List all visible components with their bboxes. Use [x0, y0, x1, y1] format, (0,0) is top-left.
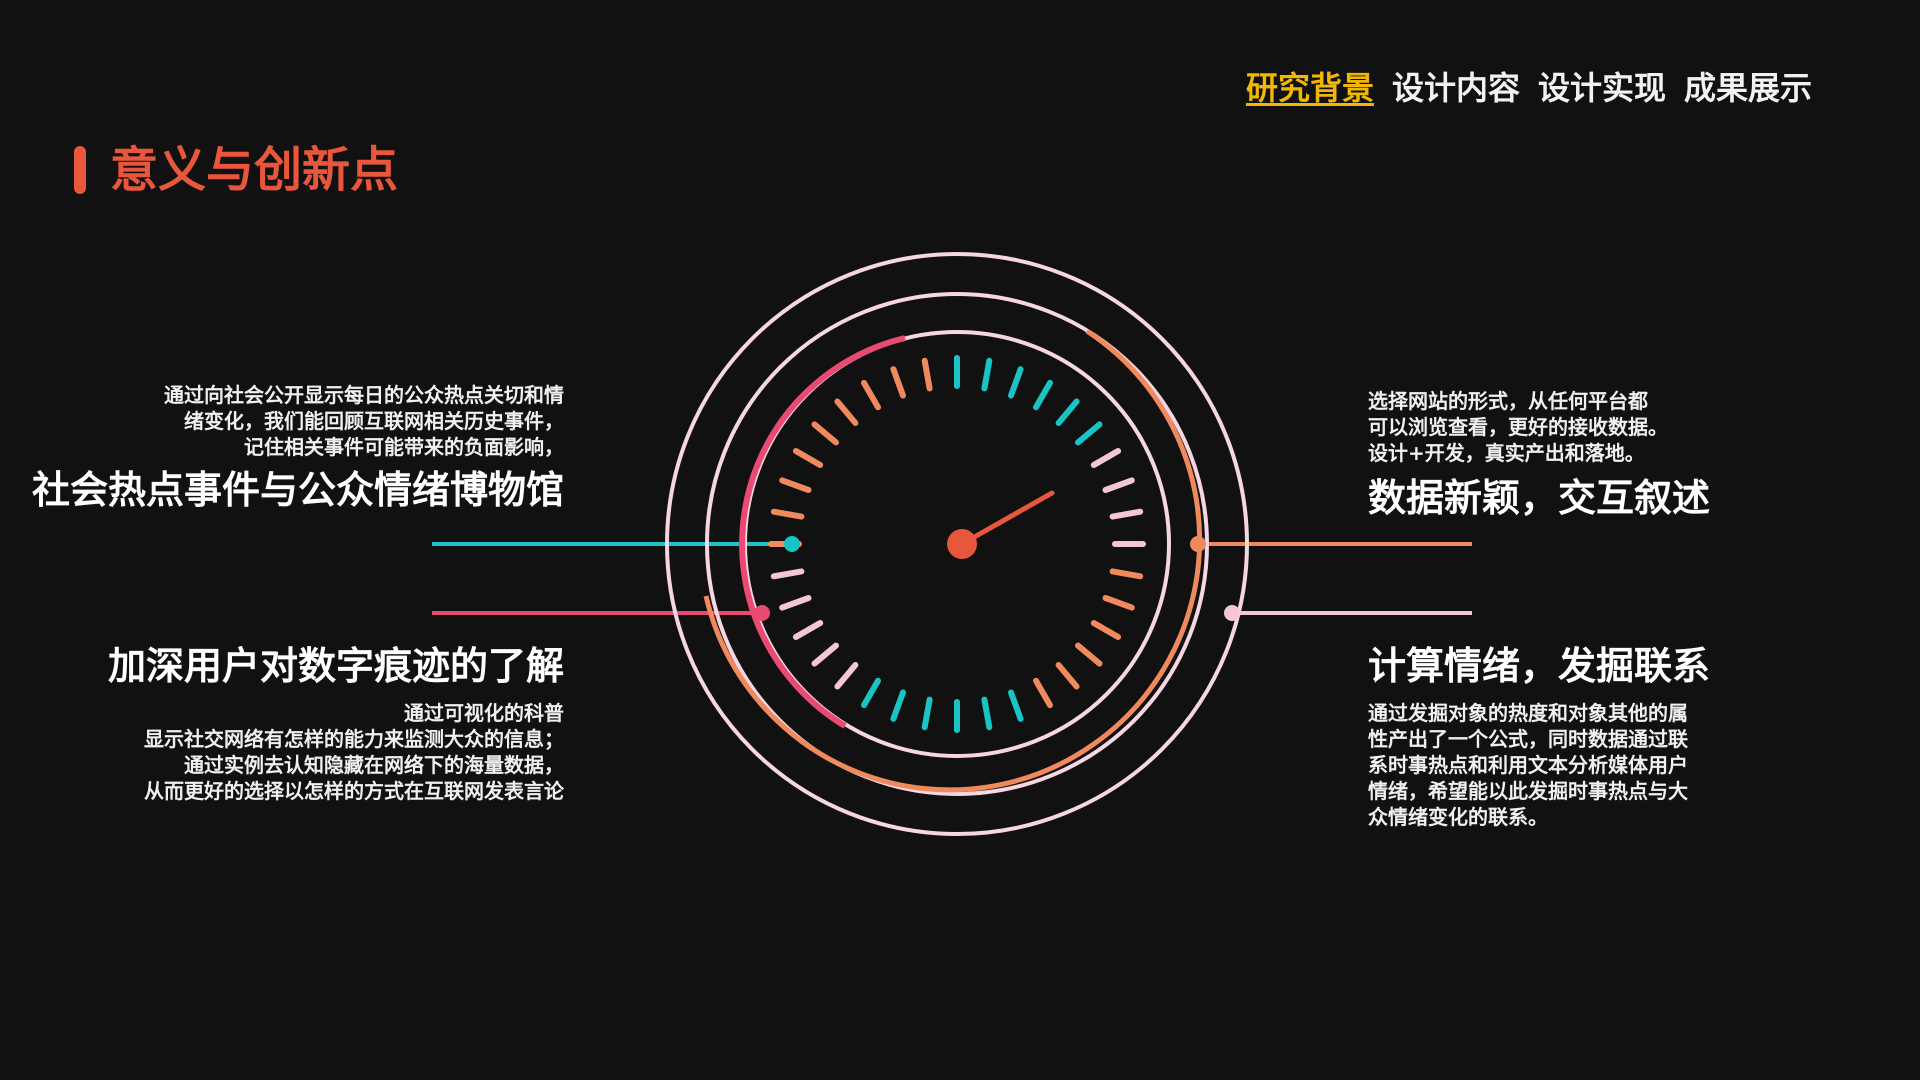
gauge-tick — [1033, 379, 1053, 411]
middle-ring — [705, 292, 1209, 796]
slide-page: 研究背景 设计内容 设计实现 成果展示 意义与创新点 通过向社会公开显示每日的公… — [0, 0, 1920, 1080]
point-left-top-line-1: 通过向社会公开显示每日的公众热点关切和情 — [164, 383, 564, 407]
nav-item-research-background[interactable]: 研究背景 — [1246, 64, 1374, 112]
gauge-tick — [890, 689, 906, 722]
pink-arc — [739, 335, 906, 729]
point-left-bottom-line-3: 通过实例去认知隐藏在网络下的海量数据， — [184, 753, 564, 777]
gauge-tick — [921, 696, 933, 731]
gauge-tick — [811, 421, 839, 446]
point-right-top: 选择网站的形式，从任何平台都 可以浏览查看，更好的接收数据。 设计+开发，真实产… — [1368, 388, 1710, 524]
gauge-tick — [834, 662, 859, 690]
point-left-bottom-line-2: 显示社交网络有怎样的能力来监测大众的信息； — [144, 727, 564, 751]
point-right-bottom-line-4: 情绪，希望能以此发掘时事热点与大 — [1368, 779, 1688, 803]
gauge-tick — [1033, 677, 1053, 709]
gauge-tick — [834, 398, 859, 426]
point-left-bottom-description: 通过可视化的科普 显示社交网络有怎样的能力来监测大众的信息； 通过实例去认知隐藏… — [108, 700, 564, 804]
point-left-top-heading: 社会热点事件与公众情绪博物馆 — [31, 468, 564, 512]
point-left-top-line-2: 绪变化，我们能回顾互联网相关历史事件， — [184, 409, 564, 433]
gauge-tick — [779, 477, 812, 493]
gauge-tick — [1102, 595, 1135, 611]
point-right-bottom-line-2: 性产出了一个公式，同时数据通过联 — [1368, 727, 1688, 751]
gauge-tick — [1075, 642, 1103, 667]
page-title: 意义与创新点 — [110, 142, 399, 198]
gauge-needle — [959, 490, 1055, 547]
gauge-tick — [1008, 689, 1024, 722]
point-right-top-line-2: 可以浏览查看，更好的接收数据。 — [1368, 415, 1668, 439]
gauge-tick — [981, 696, 993, 731]
gauge-tick — [770, 568, 805, 580]
point-left-top-line-3: 记住相关事件可能带来的负面影响， — [244, 435, 564, 459]
point-right-bottom-line-3: 系时事热点和利用文本分析媒体用户 — [1368, 753, 1688, 777]
gauge-tick — [1090, 448, 1122, 468]
point-right-bottom: 计算情绪，发掘联系 通过发掘对象的热度和对象其他的属 性产出了一个公式，同时数据… — [1368, 640, 1710, 830]
nav-item-results-showcase[interactable]: 成果展示 — [1684, 64, 1812, 112]
point-left-bottom: 加深用户对数字痕迹的了解 通过可视化的科普 显示社交网络有怎样的能力来监测大众的… — [108, 640, 564, 804]
gauge-tick — [921, 357, 933, 392]
gauge-tick — [792, 620, 824, 640]
gauge-tick — [1109, 568, 1144, 580]
nav-item-design-content[interactable]: 设计内容 — [1392, 64, 1520, 112]
gauge-tick — [811, 642, 839, 667]
outer-ring — [665, 252, 1249, 836]
orange-arc — [703, 328, 1203, 793]
gauge-tick — [890, 366, 906, 399]
gauge-tick — [779, 595, 812, 611]
inner-ring — [743, 330, 1171, 758]
point-left-top-description: 通过向社会公开显示每日的公众热点关切和情 绪变化，我们能回顾互联网相关历史事件，… — [32, 382, 564, 460]
gauge-tick — [1055, 398, 1080, 426]
gauge-tick — [981, 357, 993, 392]
gauge-tick — [792, 448, 824, 468]
point-right-bottom-line-5: 众情绪变化的联系。 — [1368, 805, 1548, 829]
connector-dot-right-bottom — [1224, 605, 1240, 621]
point-right-bottom-line-1: 通过发掘对象的热度和对象其他的属 — [1368, 701, 1688, 725]
nav-item-design-implementation[interactable]: 设计实现 — [1538, 64, 1666, 112]
gauge-tick — [861, 379, 881, 411]
gauge-tick — [1109, 508, 1144, 520]
gauge-tick — [770, 508, 805, 520]
gauge-tick — [1055, 662, 1080, 690]
gauge-tick — [861, 677, 881, 709]
point-right-top-line-3: 设计+开发，真实产出和落地。 — [1368, 441, 1645, 465]
point-right-top-description: 选择网站的形式，从任何平台都 可以浏览查看，更好的接收数据。 设计+开发，真实产… — [1368, 388, 1710, 466]
gauge-tick — [1102, 477, 1135, 493]
point-left-bottom-line-1: 通过可视化的科普 — [404, 701, 564, 725]
point-right-top-heading: 数据新颖，交互叙述 — [1368, 476, 1711, 520]
point-right-top-line-1: 选择网站的形式，从任何平台都 — [1368, 389, 1648, 413]
title-accent-bar — [74, 146, 86, 194]
point-right-bottom-heading: 计算情绪，发掘联系 — [1368, 644, 1711, 688]
point-left-bottom-heading: 加深用户对数字痕迹的了解 — [107, 644, 564, 688]
point-left-bottom-line-4: 从而更好的选择以怎样的方式在互联网发表言论 — [144, 779, 564, 803]
connector-dot-right-top — [1190, 536, 1206, 552]
point-left-top: 通过向社会公开显示每日的公众热点关切和情 绪变化，我们能回顾互联网相关历史事件，… — [32, 382, 564, 516]
gauge-tick — [1090, 620, 1122, 640]
top-nav: 研究背景 设计内容 设计实现 成果展示 — [1246, 64, 1812, 112]
gauge-tick — [1008, 366, 1024, 399]
gauge-ticks — [768, 355, 1146, 733]
point-right-bottom-description: 通过发掘对象的热度和对象其他的属 性产出了一个公式，同时数据通过联 系时事热点和… — [1368, 700, 1710, 830]
connector-dot-left-bottom — [754, 605, 770, 621]
connector-dot-left-top — [784, 536, 800, 552]
gauge-hub — [947, 529, 977, 559]
section-heading: 意义与创新点 — [74, 138, 398, 202]
gauge-tick — [1075, 421, 1103, 446]
